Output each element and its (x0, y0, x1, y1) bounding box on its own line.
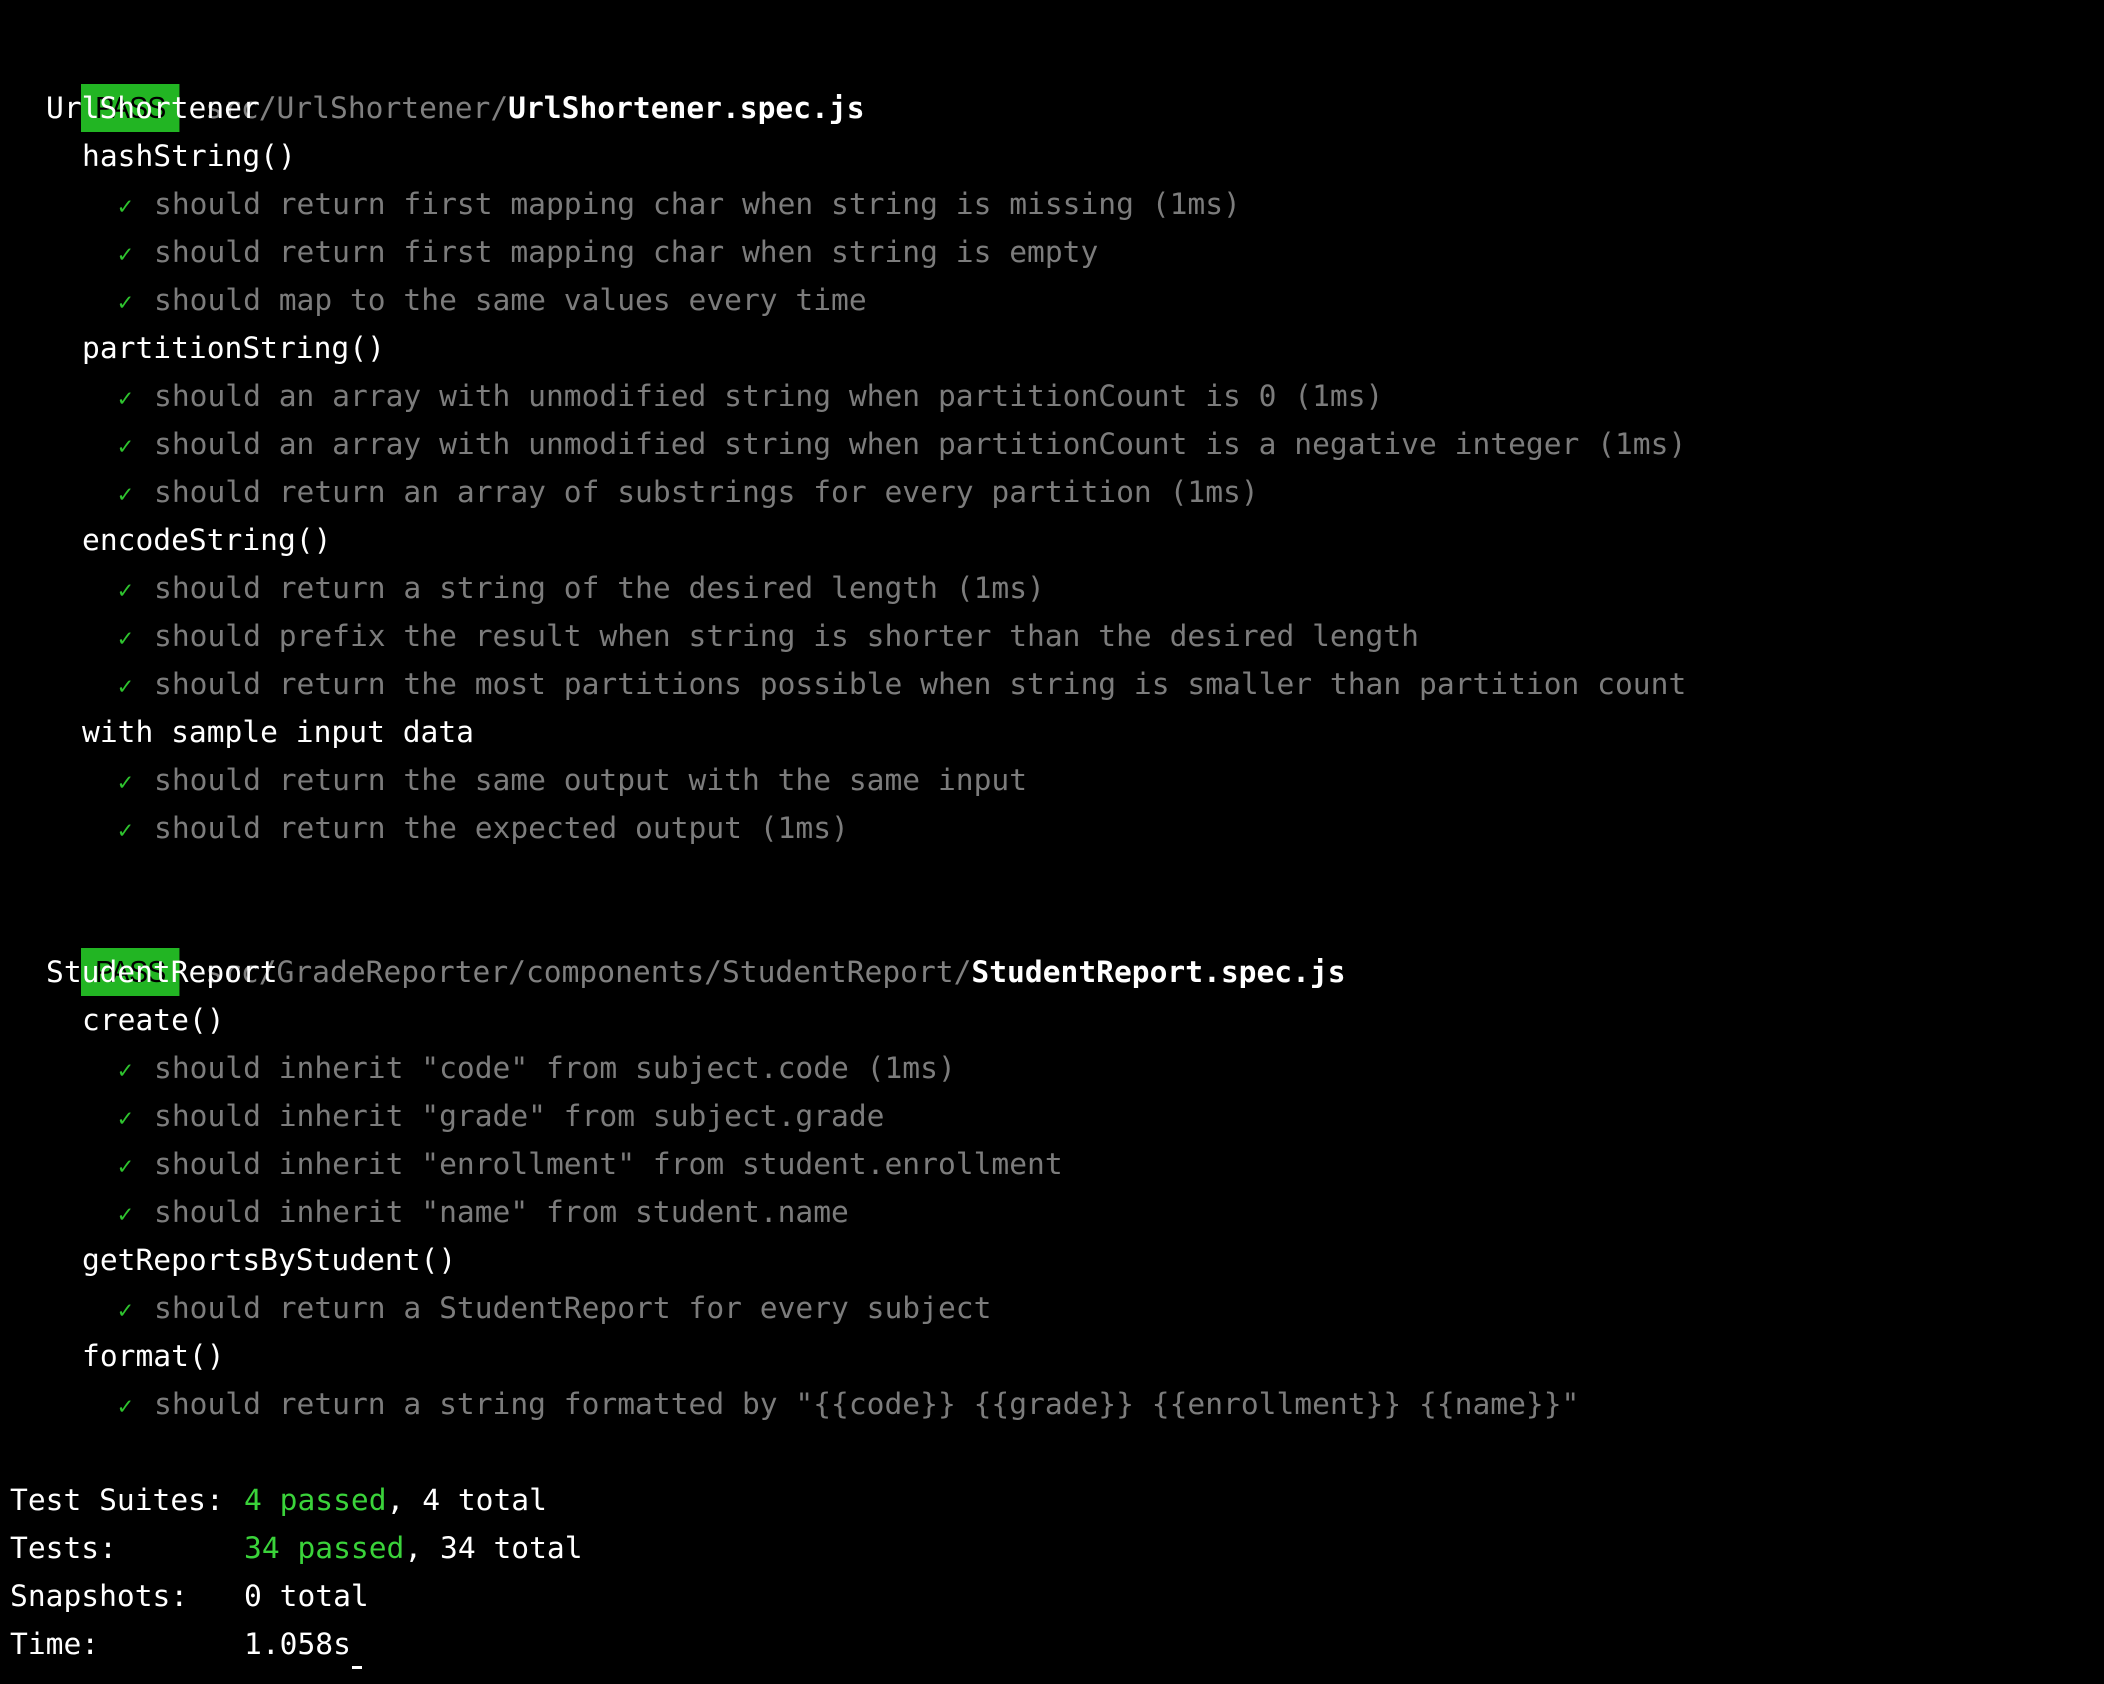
test-title: should inherit "grade" from subject.grad… (154, 1099, 885, 1133)
total-count: 0 total (244, 1579, 369, 1613)
check-icon: ✓ (118, 576, 133, 604)
check-icon: ✓ (118, 1296, 133, 1324)
test-row: ✓ should return the most partitions possi… (10, 660, 2104, 708)
test-row: ✓ should return the expected output (1ms) (10, 804, 2104, 852)
test-row: ✓ should return a StudentReport for every… (10, 1284, 2104, 1332)
summary-label: Snapshots: (10, 1579, 189, 1613)
test-row: ✓ should inherit "grade" from subject.gra… (10, 1092, 2104, 1140)
suite-header: PASS src/GradeReporter/components/Student… (10, 900, 2104, 996)
test-title: should return an array of substrings for… (154, 475, 1259, 509)
describe-group: getReportsByStudent() (82, 1243, 457, 1277)
test-row: ✓ should map to the same values every tim… (10, 276, 2104, 324)
describe-group: format() (82, 1339, 225, 1373)
test-title: should return a string formatted by "{{c… (154, 1387, 1580, 1421)
describe-group: encodeString() (82, 523, 332, 557)
check-icon: ✓ (118, 1104, 133, 1132)
describe-group: hashString() (82, 139, 296, 173)
test-title: should return the same output with the s… (154, 763, 1028, 797)
describe-group: create() (82, 1003, 225, 1037)
check-icon: ✓ (118, 432, 133, 460)
total-count: 34 total (440, 1531, 583, 1565)
check-icon: ✓ (118, 1392, 133, 1420)
test-row: ✓ should inherit "code" from subject.code… (10, 1044, 2104, 1092)
summary-label: Time: (10, 1627, 100, 1661)
summary-test-suites: Test Suites: 4 passed, 4 total (10, 1476, 2104, 1524)
check-icon: ✓ (118, 768, 133, 796)
test-title: should return a string of the desired le… (154, 571, 1045, 605)
check-icon: ✓ (118, 1152, 133, 1180)
test-row: ✓ should inherit "name" from student.name (10, 1188, 2104, 1236)
terminal-output: PASS src/UrlShortener/UrlShortener.spec.j… (10, 36, 2104, 1668)
test-row: ✓ should return a string formatted by "{{… (10, 1380, 2104, 1428)
test-title: should return the most partitions possib… (154, 667, 1687, 701)
test-title: should an array with unmodified string w… (154, 427, 1687, 461)
test-row: ✓ should an array with unmodified string … (10, 420, 2104, 468)
terminal-cursor (352, 1666, 362, 1669)
suite-header: PASS src/UrlShortener/UrlShortener.spec.j… (10, 36, 2104, 132)
test-title: should an array with unmodified string w… (154, 379, 1384, 413)
test-row: ✓ should return a string of the desired l… (10, 564, 2104, 612)
summary-label: Tests: (10, 1531, 117, 1565)
summary-time: Time: 1.058s (10, 1620, 2104, 1668)
test-row: ✓ should return first mapping char when s… (10, 180, 2104, 228)
check-icon: ✓ (118, 672, 133, 700)
test-row: ✓ should inherit "enrollment" from studen… (10, 1140, 2104, 1188)
summary-tests: Tests: 34 passed, 34 total (10, 1524, 2104, 1572)
describe-group: with sample input data (82, 715, 474, 749)
test-title: should prefix the result when string is … (154, 619, 1420, 653)
check-icon: ✓ (118, 624, 133, 652)
describe-block: StudentReport (46, 955, 278, 989)
check-icon: ✓ (118, 1056, 133, 1084)
test-title: should inherit "code" from subject.code … (154, 1051, 956, 1085)
test-row: ✓ should prefix the result when string is… (10, 612, 2104, 660)
passed-count: 4 passed (244, 1483, 387, 1517)
time-value: 1.058s (244, 1627, 351, 1661)
check-icon: ✓ (118, 240, 133, 268)
summary-label: Test Suites: (10, 1483, 224, 1517)
describe-group: partitionString() (82, 331, 385, 365)
test-title: should return first mapping char when st… (154, 187, 1241, 221)
test-row: ✓ should an array with unmodified string … (10, 372, 2104, 420)
describe-block: UrlShortener (46, 91, 260, 125)
check-icon: ✓ (118, 480, 133, 508)
test-title: should return first mapping char when st… (154, 235, 1099, 269)
test-row: ✓ should return first mapping char when s… (10, 228, 2104, 276)
test-row: ✓ should return the same output with the … (10, 756, 2104, 804)
check-icon: ✓ (118, 288, 133, 316)
test-title: should return a StudentReport for every … (154, 1291, 992, 1325)
test-row: ✓ should return an array of substrings fo… (10, 468, 2104, 516)
separator: , (404, 1531, 440, 1565)
test-title: should return the expected output (1ms) (154, 811, 849, 845)
total-count: 4 total (422, 1483, 547, 1517)
separator: , (386, 1483, 423, 1517)
passed-count: 34 passed (244, 1531, 405, 1565)
test-title: should inherit "enrollment" from student… (154, 1147, 1063, 1181)
summary-snapshots: Snapshots: 0 total (10, 1572, 2104, 1620)
check-icon: ✓ (118, 384, 133, 412)
check-icon: ✓ (118, 1200, 133, 1228)
test-title: should map to the same values every time (154, 283, 867, 317)
check-icon: ✓ (118, 192, 133, 220)
check-icon: ✓ (118, 816, 133, 844)
test-title: should inherit "name" from student.name (154, 1195, 849, 1229)
